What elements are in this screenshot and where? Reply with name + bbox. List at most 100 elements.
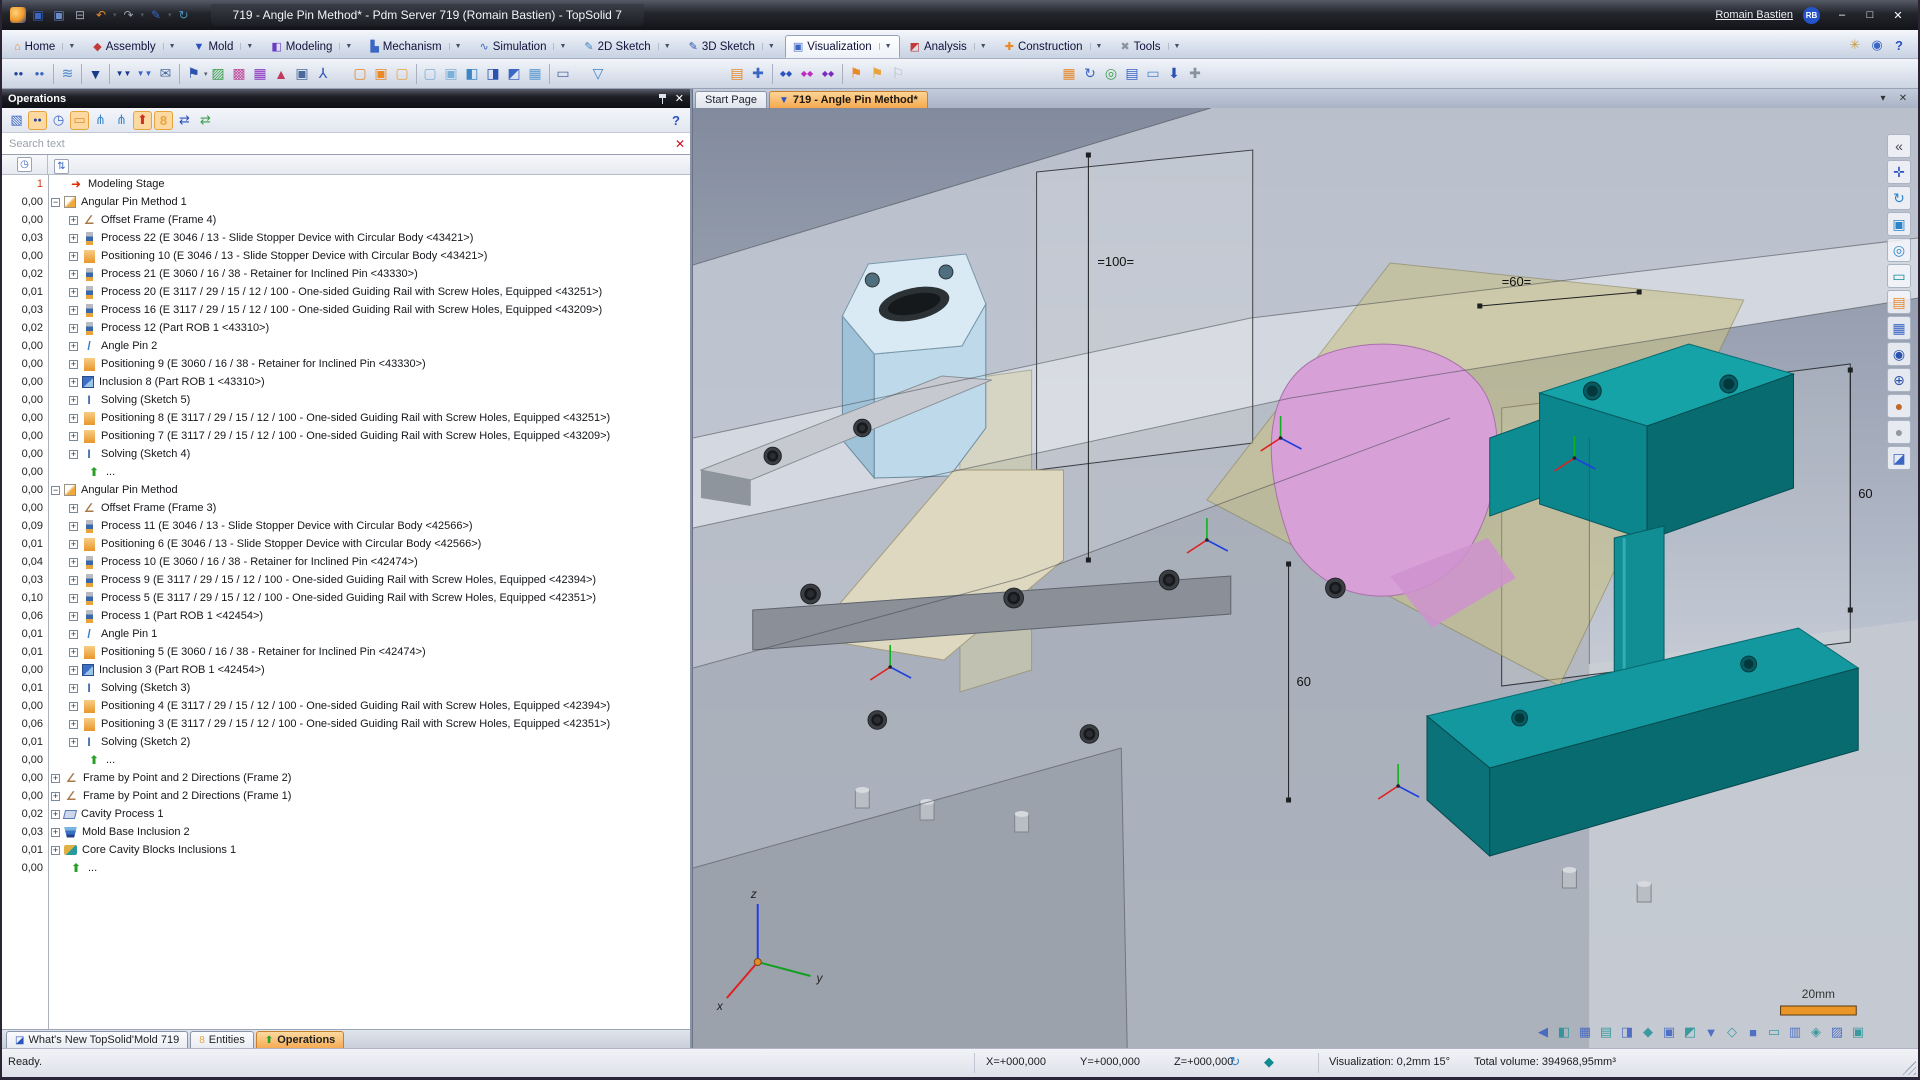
- menu-dropdown-icon[interactable]: ▼: [240, 43, 253, 50]
- menu-dropdown-icon[interactable]: ▼: [658, 43, 671, 50]
- component-icon[interactable]: ▼: [85, 63, 106, 84]
- tree-branch-icon[interactable]: ⋔: [91, 111, 110, 130]
- expand-icon[interactable]: +: [69, 540, 78, 549]
- expand-icon[interactable]: +: [69, 594, 78, 603]
- collision-net-icon[interactable]: ✉: [155, 63, 176, 84]
- tree-row[interactable]: 0,03+Process 9 (E 3117 / 29 / 15 / 12 / …: [2, 571, 690, 589]
- swap-operations-icon[interactable]: ⇄: [175, 111, 194, 130]
- menu-dropdown-icon[interactable]: ▼: [1090, 43, 1103, 50]
- more-tools-icon[interactable]: ✚: [1185, 63, 1206, 84]
- tree-row[interactable]: 0,02+Cavity Process 1: [2, 805, 690, 823]
- close-document-icon[interactable]: ✕: [1896, 91, 1910, 105]
- redo-icon[interactable]: ↷: [120, 6, 138, 24]
- tree-row[interactable]: 0,00+Positioning 9 (E 3060 / 16 / 38 - R…: [2, 355, 690, 373]
- quick-pan-icon[interactable]: ◀: [1533, 1022, 1553, 1042]
- expand-icon[interactable]: +: [69, 522, 78, 531]
- view-cube-top-icon[interactable]: ◩: [504, 63, 525, 84]
- clear-search-icon[interactable]: ✕: [670, 137, 690, 151]
- theme-brush-icon[interactable]: ✳: [1846, 36, 1864, 54]
- render-mesh-icon[interactable]: ▲: [271, 63, 292, 84]
- tree-row[interactable]: 0,00+Inclusion 8 (Part ROB 1 <43310>): [2, 373, 690, 391]
- topsolid-logo-icon[interactable]: [10, 7, 26, 23]
- collapse-icon[interactable]: −: [51, 486, 60, 495]
- show-entities-icon[interactable]: 8: [154, 111, 173, 130]
- tree-row[interactable]: 0,00⬆...: [2, 751, 690, 769]
- render-image-icon[interactable]: ▨: [208, 63, 229, 84]
- param-flag-alt-icon[interactable]: ⚑: [867, 63, 888, 84]
- help-icon[interactable]: ?: [667, 113, 685, 128]
- save-icon[interactable]: ▣: [29, 6, 47, 24]
- sync-status-icon[interactable]: ↻: [1226, 1053, 1244, 1071]
- quick-rotate-icon[interactable]: ◧: [1554, 1022, 1574, 1042]
- menu-dropdown-icon[interactable]: ▼: [163, 43, 176, 50]
- expand-icon[interactable]: +: [69, 666, 78, 675]
- expand-icon[interactable]: +: [51, 828, 60, 837]
- ruler-icon[interactable]: ▭: [553, 63, 574, 84]
- workshop-grid-icon[interactable]: ▦: [1059, 63, 1080, 84]
- menu-tab-analysis[interactable]: ◩Analysis▼: [902, 35, 995, 58]
- screen-share-icon[interactable]: ▭: [1143, 63, 1164, 84]
- expand-icon[interactable]: +: [69, 306, 78, 315]
- search-binoculars-icon[interactable]: ●●: [28, 111, 47, 130]
- time-column-header[interactable]: ◷: [17, 157, 32, 172]
- zoom-lens-icon[interactable]: ◉: [1868, 36, 1886, 54]
- zoom-window-icon[interactable]: ▣: [1887, 212, 1911, 236]
- grid-icon[interactable]: ▦: [1887, 316, 1911, 340]
- wireframe-icon[interactable]: ◨: [1617, 1022, 1637, 1042]
- filter-funnel-icon[interactable]: ▽: [588, 63, 609, 84]
- expand-icon[interactable]: +: [69, 360, 78, 369]
- document-tab[interactable]: ▼719 - Angle Pin Method*: [769, 91, 928, 108]
- shadow-icon[interactable]: ▭: [1764, 1022, 1784, 1042]
- expand-icon[interactable]: +: [51, 774, 60, 783]
- search-input[interactable]: [2, 138, 670, 150]
- tree-row[interactable]: 0,00−Angular Pin Method 1: [2, 193, 690, 211]
- view-cube-filled-icon[interactable]: ▣: [441, 63, 462, 84]
- expand-icon[interactable]: +: [69, 576, 78, 585]
- dropdown-caret-icon[interactable]: ▾: [168, 11, 172, 19]
- tree-row[interactable]: 0,00+/Angle Pin 2: [2, 337, 690, 355]
- menu-tab-2d-sketch[interactable]: ✎2D Sketch▼: [576, 35, 678, 58]
- tree-row[interactable]: 0,09+Process 11 (E 3046 / 13 - Slide Sto…: [2, 517, 690, 535]
- tree-row[interactable]: 0,00+Positioning 4 (E 3117 / 29 / 15 / 1…: [2, 697, 690, 715]
- render-sphere-icon[interactable]: ●: [1887, 394, 1911, 418]
- tree-row[interactable]: 0,00−Angular Pin Method: [2, 481, 690, 499]
- quick-zoom-icon[interactable]: ▦: [1575, 1022, 1595, 1042]
- render-scene-icon[interactable]: ▩: [229, 63, 250, 84]
- expand-icon[interactable]: +: [69, 378, 78, 387]
- help-icon[interactable]: ?: [1890, 36, 1908, 54]
- tree-row[interactable]: 0,01+Positioning 5 (E 3060 / 16 / 38 - R…: [2, 643, 690, 661]
- refresh-icon[interactable]: ↻: [175, 6, 193, 24]
- param-flag-icon[interactable]: ⚑: [846, 63, 867, 84]
- tag-filter-icon[interactable]: ▭: [70, 111, 89, 130]
- walkthrough-icon[interactable]: ⅄: [313, 63, 334, 84]
- background-icon[interactable]: ▨: [1827, 1022, 1847, 1042]
- tree-row[interactable]: 0,03+Process 16 (E 3117 / 29 / 15 / 12 /…: [2, 301, 690, 319]
- menu-tab-simulation[interactable]: ∿Simulation▼: [472, 35, 575, 58]
- pan-icon[interactable]: ✛: [1887, 160, 1911, 184]
- expand-icon[interactable]: +: [69, 270, 78, 279]
- menu-dropdown-icon[interactable]: ▼: [879, 43, 892, 50]
- pin-panel-icon[interactable]: [658, 94, 667, 104]
- section-view-icon[interactable]: ▤: [1596, 1022, 1616, 1042]
- menu-tab-mold[interactable]: ▼Mold▼: [186, 35, 262, 58]
- tree-row[interactable]: 0,00+ISolving (Sketch 5): [2, 391, 690, 409]
- camera-icon[interactable]: ◇: [1722, 1022, 1742, 1042]
- material-sphere-icon[interactable]: ●: [1887, 420, 1911, 444]
- tree-row[interactable]: 0,03+Mold Base Inclusion 2: [2, 823, 690, 841]
- perspective-icon[interactable]: ▼: [1701, 1022, 1721, 1042]
- expand-icon[interactable]: +: [51, 792, 60, 801]
- view-cube-right-icon[interactable]: ◨: [483, 63, 504, 84]
- edges-view-icon[interactable]: ▣: [1659, 1022, 1679, 1042]
- flag-dropdown-icon[interactable]: ⚑: [183, 63, 204, 84]
- tree-row[interactable]: 0,01+Process 20 (E 3117 / 29 / 15 / 12 /…: [2, 283, 690, 301]
- expand-icon[interactable]: +: [69, 432, 78, 441]
- expand-icon[interactable]: +: [69, 612, 78, 621]
- expand-icon[interactable]: +: [69, 684, 78, 693]
- bottom-tab-operations[interactable]: ⬆Operations: [256, 1031, 344, 1048]
- tab-list-chevron-icon[interactable]: ▾: [1876, 91, 1890, 105]
- components-add-icon[interactable]: ▼▼: [134, 63, 155, 84]
- shaded-view-icon[interactable]: ◆: [1638, 1022, 1658, 1042]
- expand-icon[interactable]: +: [69, 720, 78, 729]
- tree-row[interactable]: 0,01+Core Cavity Blocks Inclusions 1: [2, 841, 690, 859]
- magnifier-icon[interactable]: ◉: [1887, 342, 1911, 366]
